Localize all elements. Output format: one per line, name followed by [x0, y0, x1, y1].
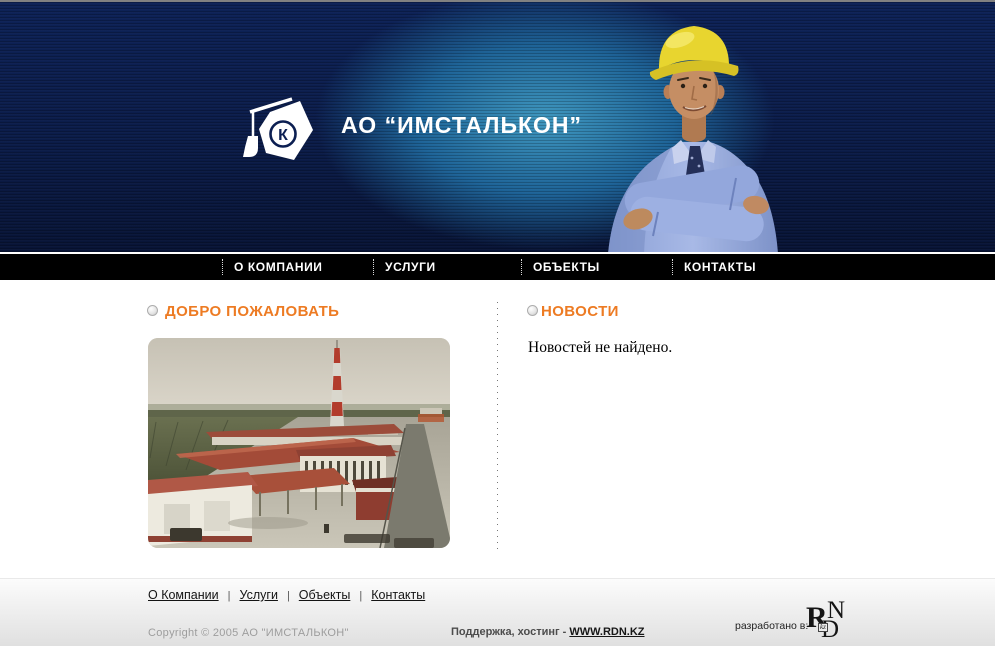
footer-link-services[interactable]: Услуги: [239, 588, 277, 602]
footer: О Компании | Услуги | Объекты | Контакты Copyr…: [0, 578, 995, 646]
svg-text:К: К: [278, 127, 288, 144]
page: К АО “ИМСТАЛЬКОН”: [0, 0, 995, 646]
nav-item-label: О КОМПАНИИ: [234, 260, 323, 274]
support-prefix: Поддержка, хостинг -: [451, 626, 569, 638]
nav-dotted-separator: [373, 259, 374, 275]
footer-link-separator: |: [228, 590, 231, 602]
nav-dotted-separator: [521, 259, 522, 275]
rdn-logo[interactable]: R N D kz: [806, 600, 854, 646]
footer-link-objects[interactable]: Объекты: [299, 588, 351, 602]
nav-item-services[interactable]: УСЛУГИ: [373, 254, 436, 280]
nav-item-label: КОНТАКТЫ: [684, 260, 756, 274]
nav-item-label: ОБЪЕКТЫ: [533, 260, 600, 274]
news-empty-message: Новостей не найдено.: [528, 339, 672, 357]
nav-dotted-separator: [672, 259, 673, 275]
nav-item-label: УСЛУГИ: [385, 260, 436, 274]
header-banner: К АО “ИМСТАЛЬКОН”: [0, 2, 995, 252]
footer-links: О Компании | Услуги | Объекты | Контакты: [148, 588, 425, 602]
column-dotted-separator: [497, 302, 498, 552]
company-logo-icon: К: [236, 86, 326, 178]
welcome-heading: ДОБРО ПОЖАЛОВАТЬ: [165, 303, 339, 320]
support-text: Поддержка, хостинг - WWW.RDN.KZ: [451, 626, 645, 638]
main-nav: О КОМПАНИИ УСЛУГИ ОБЪЕКТЫ КОНТАКТЫ: [0, 254, 995, 280]
sphere-bullet-icon: [527, 305, 538, 316]
footer-link-about[interactable]: О Компании: [148, 588, 219, 602]
news-heading: НОВОСТИ: [541, 303, 619, 320]
nav-dotted-separator: [222, 259, 223, 275]
rdn-site-link[interactable]: WWW.RDN.KZ: [569, 626, 644, 638]
nav-item-about[interactable]: О КОМПАНИИ: [222, 254, 323, 280]
footer-link-separator: |: [359, 590, 362, 602]
site-title: АО “ИМСТАЛЬКОН”: [341, 112, 582, 139]
worker-photo: [586, 6, 801, 252]
footer-link-separator: |: [287, 590, 290, 602]
nav-item-contacts[interactable]: КОНТАКТЫ: [672, 254, 756, 280]
developed-by-text: разработано в:: [735, 620, 808, 632]
sphere-bullet-icon: [147, 305, 158, 316]
facility-photo: [148, 338, 450, 548]
rdn-logo-kz-badge: kz: [818, 623, 828, 632]
copyright-text: Copyright © 2005 АО "ИМСТАЛЬКОН": [148, 627, 349, 639]
nav-item-objects[interactable]: ОБЪЕКТЫ: [521, 254, 600, 280]
footer-link-contacts[interactable]: Контакты: [371, 588, 425, 602]
